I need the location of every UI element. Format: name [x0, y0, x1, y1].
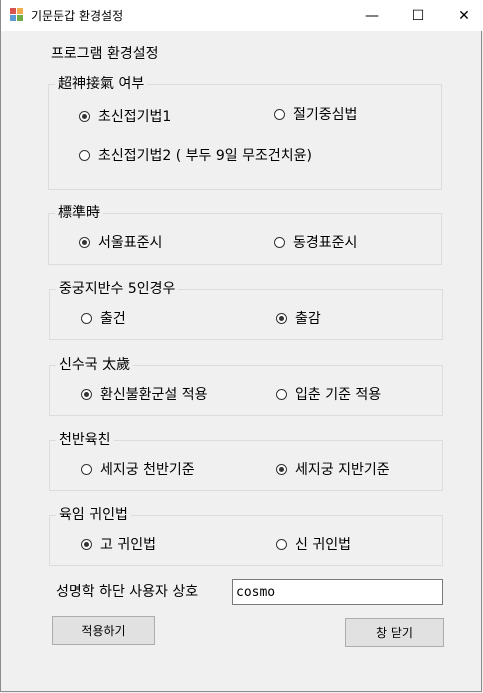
radio-seoul-time[interactable]: 서울표준시: [79, 232, 162, 252]
group-label: 중궁지반수 5인경우: [56, 281, 179, 297]
group-label: 標準時: [55, 205, 103, 221]
radio-indicator: [81, 312, 92, 324]
radio-hwansin[interactable]: 환신불환군설 적용: [81, 384, 208, 404]
user-name-input[interactable]: [232, 579, 443, 605]
radio-label: 세지궁 천반기준: [100, 462, 195, 478]
radio-label: 초신접기법2 ( 부두 9일 무조건치윤): [98, 148, 312, 164]
radio-label: 고 귀인법: [100, 537, 156, 553]
radio-indicator: [276, 463, 287, 475]
radio-label: 환신불환군설 적용: [100, 387, 208, 403]
radio-ipchun[interactable]: 입춘 기준 적용: [276, 384, 381, 404]
radio-indicator: [79, 149, 90, 161]
radio-label: 입춘 기준 적용: [295, 387, 382, 403]
radio-old-gwiin[interactable]: 고 귀인법: [81, 534, 156, 554]
radio-indicator: [274, 108, 285, 120]
radio-label: 신 귀인법: [295, 537, 351, 553]
radio-indicator: [81, 463, 92, 475]
group-label: 신수국 太歲: [56, 357, 134, 373]
radio-indicator: [274, 236, 285, 248]
app-icon: [10, 8, 24, 22]
radio-label: 초신접기법1: [98, 109, 172, 125]
radio-chosin-1[interactable]: 초신접기법1: [79, 106, 171, 126]
group-label: 超神接氣 여부: [55, 76, 148, 92]
radio-indicator: [81, 388, 92, 400]
radio-label: 동경표준시: [293, 235, 358, 251]
radio-indicator: [276, 312, 287, 324]
radio-indicator: [79, 110, 90, 122]
group-label: 육임 귀인법: [56, 507, 131, 523]
radio-indicator: [276, 538, 287, 550]
radio-tokyo-time[interactable]: 동경표준시: [274, 232, 357, 252]
radio-cheonban-basis[interactable]: 세지궁 천반기준: [81, 459, 195, 479]
radio-label: 세지궁 지반기준: [295, 462, 390, 478]
radio-label: 절기중심법: [293, 107, 358, 123]
maximize-button[interactable]: ☐: [395, 0, 441, 31]
radio-label: 서울표준시: [98, 235, 163, 251]
radio-indicator: [276, 388, 287, 400]
radio-indicator: [79, 236, 90, 248]
title-bar: 기문둔갑 환경설정 — ☐ ✕: [1, 0, 483, 31]
radio-indicator: [81, 538, 92, 550]
minimize-button[interactable]: —: [349, 0, 395, 31]
radio-jeolgi-center[interactable]: 절기중심법: [274, 104, 357, 124]
page-title: 프로그램 환경설정: [51, 46, 159, 62]
radio-label: 출감: [295, 311, 321, 327]
group-label: 천반육친: [56, 432, 114, 448]
radio-new-gwiin[interactable]: 신 귀인법: [276, 534, 351, 554]
radio-chosin-2[interactable]: 초신접기법2 ( 부두 9일 무조건치윤): [79, 145, 312, 165]
apply-button[interactable]: 적용하기: [52, 616, 155, 645]
user-name-label: 성명학 하단 사용자 상호: [56, 584, 199, 600]
window-title: 기문둔갑 환경설정: [31, 9, 124, 23]
radio-label: 출건: [100, 311, 126, 327]
close-button[interactable]: 창 닫기: [345, 618, 444, 647]
group-chosin-jeopgi: 超神接氣 여부: [48, 76, 442, 190]
close-window-button[interactable]: ✕: [441, 0, 483, 31]
radio-jiban-basis[interactable]: 세지궁 지반기준: [276, 459, 390, 479]
radio-chulgam[interactable]: 출감: [276, 308, 321, 328]
settings-window: 기문둔갑 환경설정 — ☐ ✕ 프로그램 환경설정 超神接氣 여부 초신접기법1…: [0, 0, 483, 692]
radio-chulgeon[interactable]: 출건: [81, 308, 126, 328]
